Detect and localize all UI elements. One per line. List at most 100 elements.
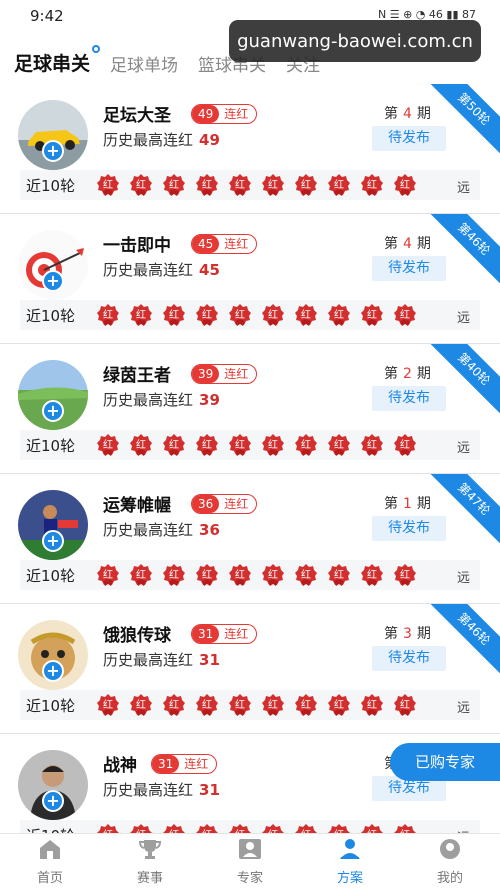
result-text: 红 bbox=[400, 180, 410, 191]
follow-plus-icon[interactable]: + bbox=[42, 140, 64, 162]
status-button[interactable]: 待发布 bbox=[372, 256, 446, 281]
nav-item-profile[interactable]: 我的 bbox=[400, 834, 500, 889]
history-value: 49 bbox=[199, 131, 220, 149]
result-text: 红 bbox=[136, 440, 146, 451]
result-text: 红 bbox=[202, 700, 212, 711]
expert-card[interactable]: + 饿狼传球 31 连红 历史最高连红 31 第 3 期待发布 第46轮 近10轮红红红红红红红红红… bbox=[0, 604, 500, 734]
red-result-badge: 红 bbox=[261, 303, 285, 327]
recent-badges: 红红红红红红红红红红 bbox=[96, 433, 417, 457]
tab-football-single[interactable]: 足球单场 bbox=[110, 51, 178, 80]
expert-card[interactable]: + 运筹帷幄 36 连红 历史最高连红 36 第 1 期待发布 第47轮 近10轮红红红红红红红红红… bbox=[0, 474, 500, 604]
red-result-badge: 红 bbox=[162, 433, 186, 457]
result-text: 红 bbox=[301, 310, 311, 321]
result-text: 红 bbox=[136, 700, 146, 711]
result-text: 红 bbox=[268, 570, 278, 581]
period-number: 1 bbox=[403, 496, 412, 512]
status-button[interactable]: 待发布 bbox=[372, 646, 446, 671]
result-text: 红 bbox=[169, 310, 179, 321]
period-suffix: 期 bbox=[416, 626, 431, 642]
result-text: 红 bbox=[334, 570, 344, 581]
history-best: 历史最高连红 49 bbox=[103, 129, 220, 150]
expert-card[interactable]: + 一击即中 45 连红 历史最高连红 45 第 4 期待发布 第46轮 近10轮红红红红红红红红红… bbox=[0, 214, 500, 344]
nav-item-home[interactable]: 首页 bbox=[0, 834, 100, 889]
period-number: 2 bbox=[403, 366, 412, 382]
follow-plus-icon[interactable]: + bbox=[42, 660, 64, 682]
result-text: 红 bbox=[169, 700, 179, 711]
purchased-experts-button[interactable]: 已购专家 bbox=[390, 743, 500, 781]
red-result-badge: 红 bbox=[162, 693, 186, 717]
red-result-badge: 红 bbox=[96, 303, 120, 327]
follow-plus-icon[interactable]: + bbox=[42, 270, 64, 292]
status-button[interactable]: 待发布 bbox=[372, 386, 446, 411]
recent-badges: 红红红红红红红红红红 bbox=[96, 563, 417, 587]
expert-card[interactable]: + 足坛大圣 49 连红 历史最高连红 49 第 4 期待发布 第50轮 近10轮红红红红红红红红红… bbox=[0, 84, 500, 214]
follow-plus-icon[interactable]: + bbox=[42, 400, 64, 422]
far-label: 远 bbox=[456, 441, 470, 456]
streak-badge: 36 连红 bbox=[191, 494, 258, 514]
red-result-badge: 红 bbox=[393, 693, 417, 717]
result-text: 红 bbox=[235, 180, 245, 191]
recent-badges: 红红红红红红红红红红 bbox=[96, 693, 417, 717]
red-result-badge: 红 bbox=[294, 303, 318, 327]
period-prefix: 第 bbox=[384, 236, 398, 252]
nav-item-expert[interactable]: 专家 bbox=[200, 834, 300, 889]
recent-results-row: 近10轮 红 红 红 红 红 红 红 红 红 红 远 bbox=[20, 300, 480, 330]
streak-count: 31 bbox=[152, 755, 180, 773]
history-best: 历史最高连红 31 bbox=[103, 779, 220, 800]
result-text: 红 bbox=[169, 570, 179, 581]
result-text: 红 bbox=[136, 310, 146, 321]
tab-football-parlay[interactable]: 足球串关 bbox=[14, 45, 101, 80]
period-info: 第3期 bbox=[384, 623, 431, 643]
result-text: 红 bbox=[202, 440, 212, 451]
red-result-badge: 红 bbox=[129, 693, 153, 717]
profile-icon bbox=[437, 837, 463, 867]
red-result-badge: 红 bbox=[96, 693, 120, 717]
nav-item-trophy[interactable]: 赛事 bbox=[100, 834, 200, 889]
streak-label: 连红 bbox=[224, 367, 249, 381]
expert-name: 绿茵王者 bbox=[103, 366, 171, 386]
expert-card[interactable]: + 绿茵王者 39 连红 历史最高连红 39 第 2 期待发布 第40轮 近10轮红红红红红红红红红… bbox=[0, 344, 500, 474]
nav-label: 首页 bbox=[36, 871, 63, 886]
result-text: 红 bbox=[235, 310, 245, 321]
red-result-badge: 红 bbox=[129, 303, 153, 327]
history-value: 45 bbox=[199, 261, 220, 279]
red-result-badge: 红 bbox=[195, 433, 219, 457]
history-value: 31 bbox=[199, 651, 220, 669]
recent-label: 近10轮 bbox=[26, 306, 76, 325]
red-result-badge: 红 bbox=[327, 173, 351, 197]
red-result-badge: 红 bbox=[228, 173, 252, 197]
red-result-badge: 红 bbox=[96, 173, 120, 197]
follow-plus-icon[interactable]: + bbox=[42, 530, 64, 552]
red-result-badge: 红 bbox=[162, 563, 186, 587]
history-label: 历史最高连红 bbox=[103, 651, 194, 669]
period-suffix: 期 bbox=[416, 236, 431, 252]
red-result-badge: 红 bbox=[393, 303, 417, 327]
streak-badge: 31 连红 bbox=[151, 754, 218, 774]
history-best: 历史最高连红 31 bbox=[103, 649, 220, 670]
period-prefix: 第 bbox=[384, 366, 398, 382]
period-suffix: 期 bbox=[416, 496, 431, 512]
history-label: 历史最高连红 bbox=[103, 521, 194, 539]
status-button[interactable]: 待发布 bbox=[372, 126, 446, 151]
red-result-badge: 红 bbox=[294, 563, 318, 587]
red-result-badge: 红 bbox=[261, 433, 285, 457]
trophy-icon bbox=[137, 837, 163, 867]
red-result-badge: 红 bbox=[129, 433, 153, 457]
result-text: 红 bbox=[334, 310, 344, 321]
follow-plus-icon[interactable]: + bbox=[42, 790, 64, 812]
red-result-badge: 红 bbox=[96, 563, 120, 587]
nav-label: 方案 bbox=[336, 871, 363, 886]
red-result-badge: 红 bbox=[261, 693, 285, 717]
streak-label: 连红 bbox=[224, 107, 249, 121]
status-button[interactable]: 待发布 bbox=[372, 516, 446, 541]
red-result-badge: 红 bbox=[294, 433, 318, 457]
red-result-badge: 红 bbox=[327, 303, 351, 327]
expert-name: 运筹帷幄 bbox=[103, 496, 171, 516]
nav-item-plan[interactable]: 方案 bbox=[300, 834, 400, 889]
red-result-badge: 红 bbox=[162, 303, 186, 327]
result-text: 红 bbox=[202, 570, 212, 581]
recent-results-row: 近10轮 红 红 红 红 红 红 红 红 红 红 远 bbox=[20, 560, 480, 590]
plan-icon bbox=[337, 837, 363, 867]
result-text: 红 bbox=[103, 310, 113, 321]
period-info: 第4期 bbox=[384, 233, 431, 253]
